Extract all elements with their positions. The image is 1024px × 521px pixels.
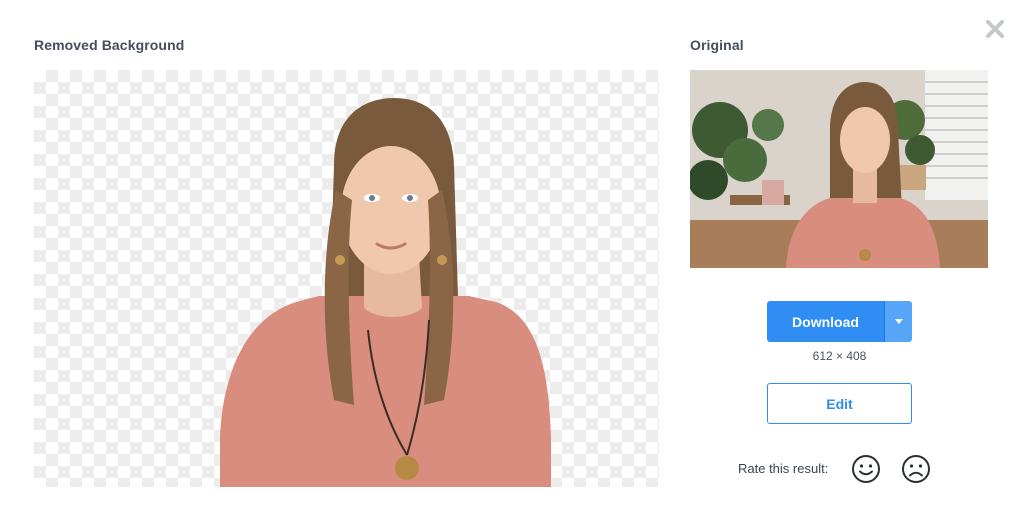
- removed-background-title: Removed Background: [34, 37, 185, 53]
- rate-result-label: Rate this result:: [738, 461, 829, 476]
- original-title: Original: [690, 37, 744, 53]
- download-options-button[interactable]: [884, 301, 912, 342]
- edit-button[interactable]: Edit: [767, 383, 912, 424]
- image-dimensions: 612 × 408: [812, 349, 867, 363]
- person-cutout: [220, 98, 551, 487]
- result-image: [34, 70, 659, 487]
- download-button[interactable]: Download: [767, 301, 884, 342]
- download-button-group: Download: [767, 301, 912, 342]
- original-image: [690, 70, 988, 268]
- frowning-face-icon[interactable]: [901, 454, 931, 484]
- close-icon[interactable]: [984, 18, 1006, 40]
- smiley-face-icon[interactable]: [851, 454, 881, 484]
- caret-down-icon: [894, 319, 903, 324]
